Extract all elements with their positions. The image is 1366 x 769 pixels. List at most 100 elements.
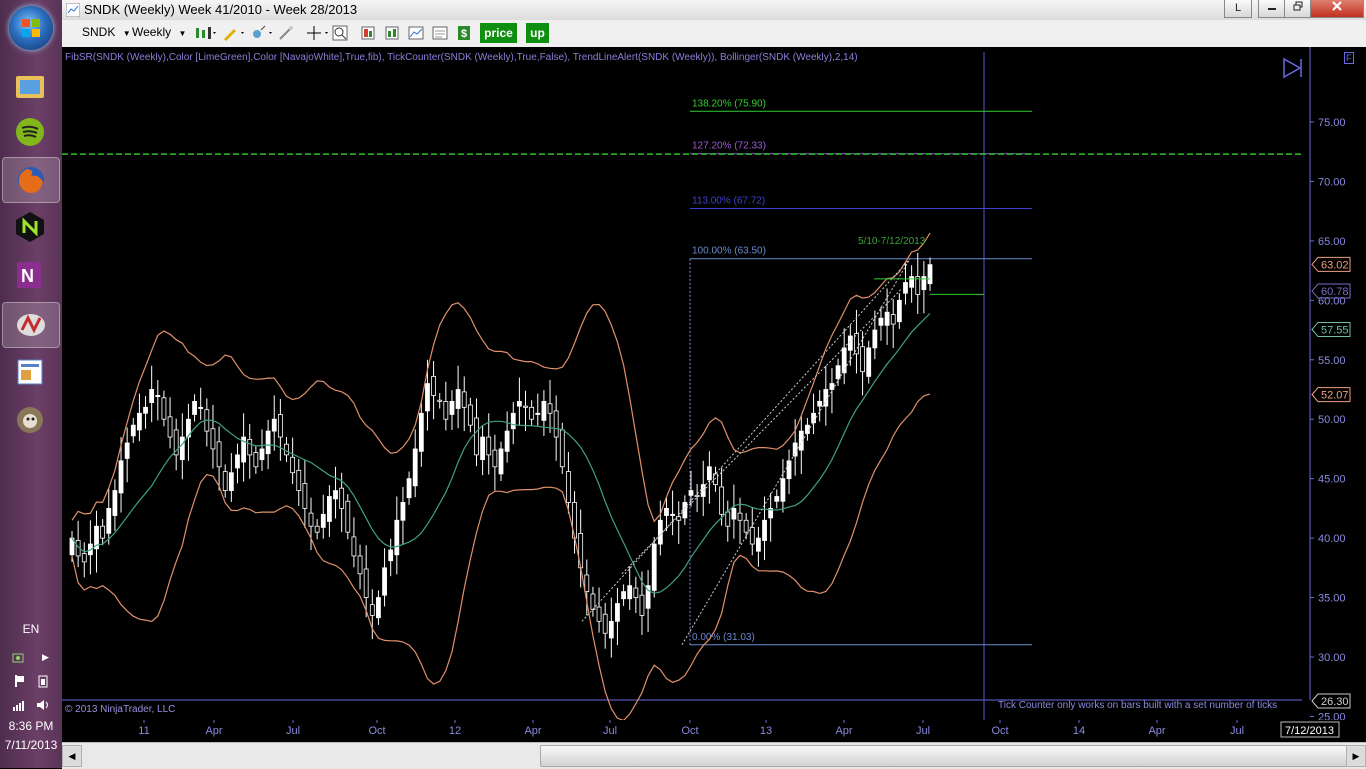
candle-body (639, 594, 645, 616)
scroll-right-icon[interactable]: ▶ (1346, 745, 1366, 767)
taskbar: N EN ▶ 8:36 PM 7/11/2013 (0, 0, 63, 768)
crosshair-tool-icon[interactable] (250, 25, 272, 41)
dollar-icon[interactable]: $ (456, 25, 472, 41)
candle-body (412, 448, 418, 487)
candle-body (155, 395, 161, 398)
candle-body (247, 439, 253, 456)
strategies-icon[interactable] (408, 25, 424, 41)
time-tick-label: Apr (205, 725, 222, 737)
explorer-taskbar-icon[interactable] (2, 64, 58, 108)
candle-body (339, 487, 345, 509)
candle-body (706, 466, 712, 481)
wordpad-taskbar-icon[interactable] (2, 350, 58, 394)
candle-body (351, 536, 357, 557)
firefox-icon (18, 167, 44, 194)
indicators-icon[interactable] (384, 25, 400, 41)
minimize-icon (1268, 8, 1276, 10)
candle-body (535, 412, 541, 415)
candle-body (400, 502, 406, 521)
fib-level-label: 100.00% (63.50) (692, 246, 766, 257)
folder-icon (16, 76, 44, 98)
candle-body (817, 400, 823, 407)
clock-time[interactable]: 8:36 PM (0, 719, 62, 733)
candle-body (903, 282, 908, 294)
candle-body (621, 591, 626, 600)
candle-body (756, 537, 761, 552)
candle-body (492, 449, 498, 468)
price-button[interactable]: price (480, 23, 517, 43)
order-entry-icon[interactable] (432, 25, 448, 41)
candle-body (461, 391, 467, 408)
candle-body (841, 347, 847, 374)
candle-body (725, 511, 731, 527)
price-badge: 52.07 (1311, 387, 1351, 403)
ninjatrader-app-taskbar-icon[interactable] (2, 302, 60, 348)
ninjatrader-taskbar-icon[interactable] (2, 205, 58, 249)
price-tick-label: 40.00 (1318, 533, 1346, 545)
candle-body (406, 478, 412, 499)
candle-body (449, 400, 455, 415)
time-tick-label: Oct (681, 725, 698, 737)
onenote-taskbar-icon[interactable]: N (2, 253, 58, 297)
time-axis[interactable]: 11 Apr Jul Oct 12 Apr Jul Oct 13 Apr Jul Oct 14 Apr Ju… (62, 720, 1366, 742)
magic-wand-icon[interactable] (278, 25, 294, 41)
candle-body (884, 311, 890, 326)
start-button[interactable] (9, 6, 53, 50)
candle-body (498, 448, 504, 475)
trendline-1 (581, 258, 911, 622)
price-tick-label: 45.00 (1318, 474, 1346, 486)
minimize-button[interactable] (1258, 0, 1286, 18)
candle-body (811, 412, 816, 424)
interval-selector[interactable]: Weekly ▼ (132, 25, 186, 39)
restore-icon (1293, 1, 1303, 11)
firefox-taskbar-icon[interactable] (2, 157, 60, 203)
candle-body (216, 441, 222, 468)
candle-body (584, 574, 590, 593)
candle-body (731, 507, 737, 520)
candle-body (780, 478, 786, 502)
scroll-left-icon[interactable]: ◀ (62, 745, 82, 767)
spotify-taskbar-icon[interactable] (2, 110, 58, 154)
gimp-taskbar-icon[interactable] (2, 398, 58, 442)
restore-button[interactable] (1284, 0, 1312, 18)
drawing-tool-pencil-icon[interactable] (222, 25, 244, 41)
horizontal-scrollbar[interactable]: ◀ ▶ (62, 742, 1366, 769)
volume-tray-icon[interactable] (36, 698, 50, 712)
candle-body (376, 597, 381, 619)
chevron-down-icon: ▼ (122, 29, 131, 38)
bar-type-icon[interactable] (194, 25, 216, 41)
price-chart[interactable]: 75.0070.0065.0060.0055.0050.0045.0040.00… (62, 47, 1366, 720)
signal-tray-icon[interactable] (12, 698, 26, 712)
crosshair-icon[interactable] (306, 25, 328, 41)
time-tick-label: Oct (368, 725, 385, 737)
candle-body (547, 403, 553, 414)
network-tray-icon[interactable] (12, 650, 26, 664)
chart-panel[interactable]: FibSR(SNDK (Weekly),Color [LimeGreen],Co… (62, 47, 1366, 720)
candle-body (363, 568, 369, 598)
action-center-flag-icon[interactable] (12, 674, 26, 688)
panel-expand-icon[interactable]: F (1344, 52, 1354, 64)
time-tick-label: Apr (524, 725, 541, 737)
candle-body (835, 365, 841, 380)
candle-body (161, 397, 167, 420)
candle-body (596, 606, 602, 622)
show-hidden-icons-icon[interactable]: ▶ (42, 652, 49, 663)
chart-window-icon (65, 2, 81, 18)
zoom-icon[interactable] (332, 25, 348, 41)
candle-body (271, 418, 277, 432)
candle-body (443, 400, 449, 420)
power-tray-icon[interactable] (36, 674, 50, 688)
candle-body (179, 436, 185, 461)
scroll-thumb[interactable] (540, 745, 1352, 767)
up-button[interactable]: up (526, 23, 549, 43)
link-button[interactable]: L (1224, 0, 1252, 18)
instrument-selector[interactable]: SNDK ▼ (82, 25, 131, 39)
candle-body (106, 507, 112, 534)
candle-body (486, 436, 492, 456)
close-button[interactable] (1310, 0, 1364, 18)
language-indicator[interactable]: EN (0, 622, 62, 636)
data-box-icon[interactable] (360, 25, 376, 41)
candle-body (265, 430, 271, 455)
clock-date[interactable]: 7/11/2013 (0, 738, 62, 752)
play-forward-icon[interactable] (1282, 57, 1304, 79)
